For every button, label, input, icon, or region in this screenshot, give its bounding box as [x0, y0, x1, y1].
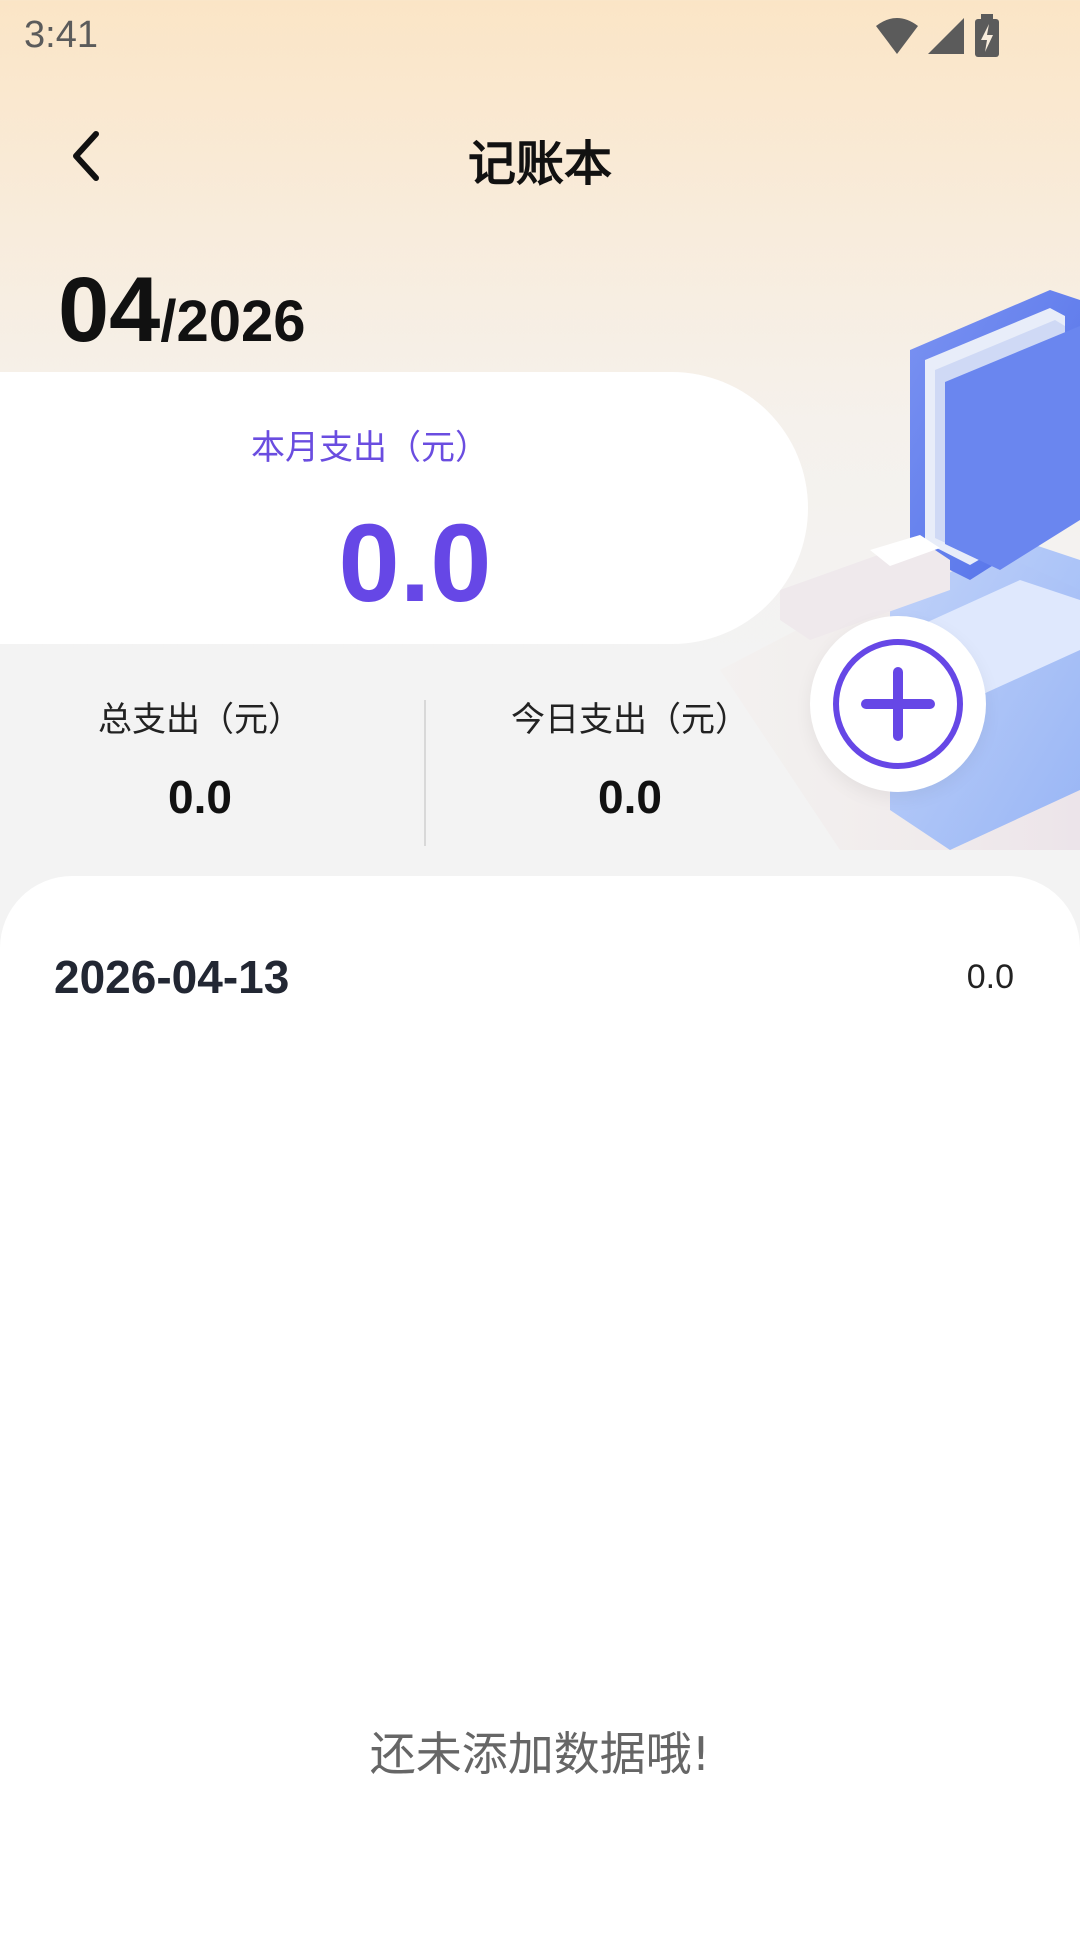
stats-divider	[424, 700, 426, 846]
total-expense-value: 0.0	[168, 771, 232, 823]
battery-charging-icon	[975, 14, 999, 57]
add-record-button[interactable]	[810, 616, 986, 792]
total-expense-label: 总支出（元）	[98, 700, 302, 740]
wifi-icon	[876, 18, 918, 54]
page-title: 记账本	[467, 136, 612, 192]
empty-state-message: 还未添加数据哦!	[369, 1727, 711, 1781]
date-year: 2026	[176, 289, 306, 354]
status-icons	[874, 14, 1002, 58]
date-month: 04	[58, 259, 161, 361]
month-year-display[interactable]: 04 / 2026	[58, 258, 306, 363]
date-separator: /	[160, 289, 177, 354]
status-time: 3:41	[24, 14, 98, 56]
record-day-date: 2026-04-13	[54, 951, 290, 1003]
plus-circle-icon	[833, 639, 963, 769]
status-bar: 3:41	[0, 0, 1080, 72]
monthly-expense-label: 本月支出（元）	[251, 428, 489, 468]
record-day-amount: 0.0	[966, 958, 1014, 996]
signal-icon	[928, 18, 964, 54]
today-expense-label: 今日支出（元）	[511, 700, 749, 740]
today-expense-value: 0.0	[598, 771, 662, 823]
monthly-expense-value: 0.0	[338, 502, 492, 625]
